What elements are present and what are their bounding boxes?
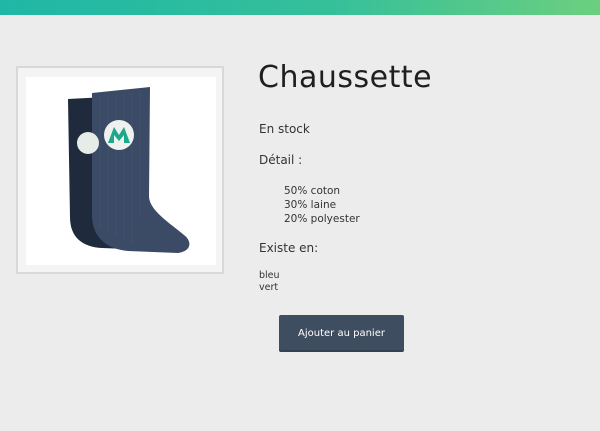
product-image-frame bbox=[16, 66, 224, 274]
detail-item: 50% coton bbox=[284, 185, 341, 197]
detail-item: 30% laine bbox=[284, 199, 337, 211]
product-title: Chaussette bbox=[258, 60, 433, 95]
detail-item: 20% polyester bbox=[284, 213, 360, 225]
variants-label: Existe en: bbox=[259, 241, 319, 255]
variant-item: vert bbox=[259, 282, 279, 293]
variant-item: bleu bbox=[259, 270, 280, 281]
top-accent-bar bbox=[0, 0, 600, 15]
add-to-cart-button[interactable]: Ajouter au panier bbox=[279, 315, 404, 352]
stock-status: En stock bbox=[259, 122, 310, 136]
details-label: Détail : bbox=[259, 153, 303, 167]
details-list: 50% coton 30% laine 20% polyester bbox=[284, 184, 360, 226]
sock-product-image bbox=[26, 77, 216, 265]
variants-list: bleu vert bbox=[259, 270, 280, 294]
sock-illustration bbox=[68, 87, 190, 253]
